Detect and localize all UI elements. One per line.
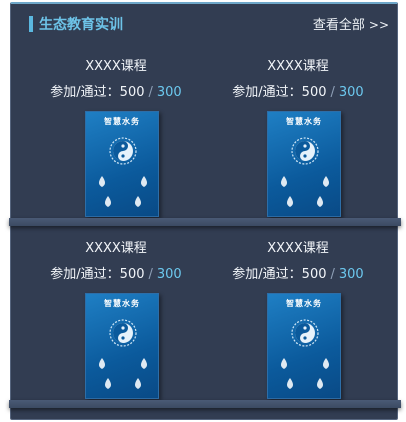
stats-label: 参加/通过： bbox=[50, 85, 120, 100]
course-cover[interactable]: 智慧水务 bbox=[85, 293, 159, 399]
participants-count: 500 bbox=[301, 85, 327, 100]
stats-label: 参加/通过： bbox=[232, 267, 302, 282]
water-drop-icons bbox=[99, 319, 147, 389]
course-cover[interactable]: 智慧水务 bbox=[267, 293, 341, 399]
stats-label: 参加/通过： bbox=[50, 267, 120, 282]
shelf-divider bbox=[9, 400, 401, 408]
stats-label: 参加/通过： bbox=[232, 85, 302, 100]
water-drop-icons bbox=[281, 319, 329, 389]
participants-count: 500 bbox=[301, 267, 327, 282]
course-stats: 参加/通过：500/300 bbox=[201, 266, 395, 284]
participants-count: 500 bbox=[119, 85, 145, 100]
stats-separator: / bbox=[148, 85, 153, 100]
passed-count: 300 bbox=[338, 85, 364, 100]
course-cover[interactable]: 智慧水务 bbox=[267, 111, 341, 217]
course-cover[interactable]: 智慧水务 bbox=[85, 111, 159, 217]
course-row: XXXX课程 参加/通过：500/300 智慧水务 XXXX课程 参加/通过：5… bbox=[11, 44, 397, 226]
passed-count: 300 bbox=[156, 85, 182, 100]
course-title[interactable]: XXXX课程 bbox=[201, 240, 395, 258]
passed-count: 300 bbox=[338, 267, 364, 282]
stats-separator: / bbox=[148, 267, 153, 282]
double-chevron-right-icon[interactable]: >> bbox=[369, 18, 389, 32]
view-all-link[interactable]: 查看全部 >> bbox=[313, 16, 389, 35]
course-title[interactable]: XXXX课程 bbox=[19, 240, 213, 258]
course-title[interactable]: XXXX课程 bbox=[201, 58, 395, 76]
course-card[interactable]: XXXX课程 参加/通过：500/300 智慧水务 bbox=[19, 44, 213, 226]
course-title[interactable]: XXXX课程 bbox=[19, 58, 213, 76]
course-stats: 参加/通过：500/300 bbox=[201, 84, 395, 102]
course-stats: 参加/通过：500/300 bbox=[19, 84, 213, 102]
course-card[interactable]: XXXX课程 参加/通过：500/300 智慧水务 bbox=[201, 44, 395, 226]
stats-separator: / bbox=[330, 85, 335, 100]
course-panel: 生态教育实训 查看全部>> XXXX课程 参加/通过：500/300 智慧水务 bbox=[9, 2, 401, 420]
panel-title: 生态教育实训 bbox=[39, 17, 123, 33]
passed-count: 300 bbox=[156, 267, 182, 282]
title-accent-bar bbox=[29, 16, 33, 32]
panel-header: 生态教育实训 查看全部 >> bbox=[11, 4, 397, 42]
water-drop-icons bbox=[281, 137, 329, 207]
course-stats: 参加/通过：500/300 bbox=[19, 266, 213, 284]
course-card[interactable]: XXXX课程 参加/通过：500/300 智慧水务 bbox=[19, 226, 213, 408]
course-card[interactable]: XXXX课程 参加/通过：500/300 智慧水务 bbox=[201, 226, 395, 408]
course-row: XXXX课程 参加/通过：500/300 智慧水务 XXXX课程 参加/通过：5… bbox=[11, 226, 397, 408]
participants-count: 500 bbox=[119, 267, 145, 282]
water-drop-icons bbox=[99, 137, 147, 207]
stats-separator: / bbox=[330, 267, 335, 282]
view-all-label[interactable]: 查看全部 bbox=[313, 18, 365, 33]
shelf-divider bbox=[9, 218, 401, 226]
